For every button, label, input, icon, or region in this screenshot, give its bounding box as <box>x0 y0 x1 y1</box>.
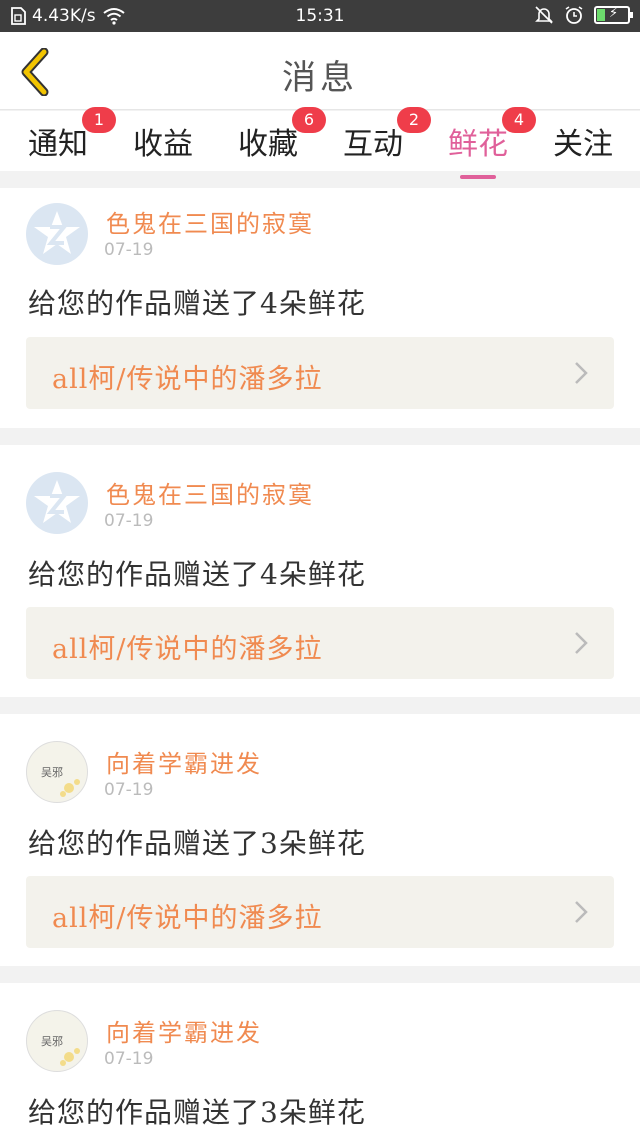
battery-icon: ⚡ <box>594 6 633 24</box>
username[interactable]: 向着学霸进发 <box>106 1013 262 1048</box>
qq-icon <box>34 480 80 523</box>
message-text: 给您的作品赠送了4朵鲜花 <box>28 558 366 591</box>
message-text: 给您的作品赠送了4朵鲜花 <box>28 287 366 320</box>
flower-avatar-icon: 吴邪 <box>41 766 80 797</box>
tab-notifications[interactable]: 通知 1 <box>28 107 116 163</box>
tab-flowers[interactable]: 鲜花 4 <box>448 107 536 179</box>
tab-label: 鲜花 <box>448 127 508 162</box>
chevron-right-icon <box>575 632 588 654</box>
work-title: all柯/传说中的潘多拉 <box>52 634 323 665</box>
avatar[interactable]: 吴邪 <box>26 1010 88 1072</box>
message-card: 色鬼在三国的寂寞 07-19 给您的作品赠送了4朵鲜花 all柯/传说中的潘多拉 <box>0 188 640 428</box>
username[interactable]: 色鬼在三国的寂寞 <box>106 204 314 239</box>
username[interactable]: 色鬼在三国的寂寞 <box>106 475 314 510</box>
work-title: all柯/传说中的潘多拉 <box>52 364 323 395</box>
bell-muted-icon <box>535 6 553 24</box>
avatar-text: 吴邪 <box>41 766 63 779</box>
tab-interactions[interactable]: 互动 2 <box>343 107 431 163</box>
work-link[interactable]: all柯/传说中的潘多拉 <box>26 607 614 679</box>
username[interactable]: 向着学霸进发 <box>106 744 262 779</box>
tab-label: 收益 <box>133 127 193 162</box>
tab-label: 收藏 <box>238 127 298 162</box>
unread-badge: 1 <box>82 107 116 133</box>
tab-bar: 通知 1 收益 收藏 6 互动 2 鲜花 4 关注 <box>0 107 640 179</box>
tab-earnings[interactable]: 收益 <box>133 119 193 163</box>
message-date: 07-19 <box>104 780 154 800</box>
message-card: 色鬼在三国的寂寞 07-19 给您的作品赠送了4朵鲜花 all柯/传说中的潘多拉 <box>0 445 640 697</box>
message-card: 吴邪 向着学霸进发 07-19 给您的作品赠送了3朵鲜花 all柯/传说中的潘多… <box>0 714 640 966</box>
message-date: 07-19 <box>104 240 154 260</box>
avatar-text: 吴邪 <box>41 1035 63 1048</box>
tab-label: 关注 <box>553 127 613 162</box>
qq-icon <box>34 211 80 254</box>
avatar[interactable]: 吴邪 <box>26 741 88 803</box>
message-date: 07-19 <box>104 511 154 531</box>
avatar[interactable] <box>26 203 88 265</box>
tab-label: 互动 <box>343 127 403 162</box>
status-bar: 4.43K/s 15:31 ⚡ <box>0 0 640 32</box>
alarm-icon <box>565 6 583 24</box>
avatar[interactable] <box>26 472 88 534</box>
message-text: 给您的作品赠送了3朵鲜花 <box>28 827 366 860</box>
unread-badge: 6 <box>292 107 326 133</box>
chevron-right-icon <box>575 362 588 384</box>
chevron-right-icon <box>575 901 588 923</box>
tab-following[interactable]: 关注 <box>553 119 613 163</box>
work-link[interactable]: all柯/传说中的潘多拉 <box>26 876 614 948</box>
work-title: all柯/传说中的潘多拉 <box>52 903 323 934</box>
message-text: 给您的作品赠送了3朵鲜花 <box>28 1096 366 1129</box>
message-date: 07-19 <box>104 1049 154 1069</box>
unread-badge: 4 <box>502 107 536 133</box>
tab-favorites[interactable]: 收藏 6 <box>238 107 326 163</box>
work-link[interactable]: all柯/传说中的潘多拉 <box>26 337 614 409</box>
clock: 15:31 <box>295 6 345 26</box>
message-card: 吴邪 向着学霸进发 07-19 给您的作品赠送了3朵鲜花 <box>0 983 640 1138</box>
top-bar: 消息 <box>0 32 640 110</box>
active-tab-indicator <box>460 175 496 179</box>
flower-avatar-icon: 吴邪 <box>41 1035 80 1066</box>
tab-label: 通知 <box>28 127 88 162</box>
page-title: 消息 <box>282 58 358 98</box>
unread-badge: 2 <box>397 107 431 133</box>
